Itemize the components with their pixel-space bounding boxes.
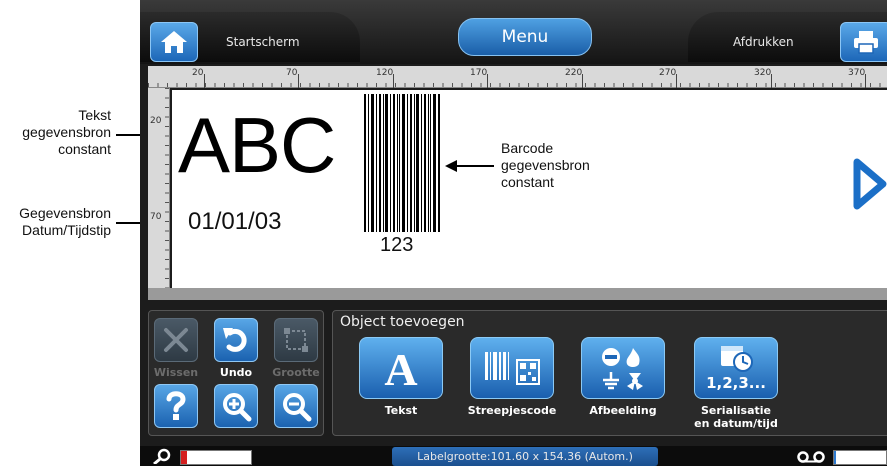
canvas-scrollbar[interactable] [148,288,887,300]
print-label[interactable]: Afdrukken [733,35,794,49]
ruler-tick: 170 [470,68,488,78]
ruler-tick: 270 [659,68,677,78]
delete-label: Wissen [153,366,199,379]
add-image-button[interactable] [581,337,665,399]
callout-line: gegevensbron [22,124,111,140]
callout-line: constant [501,174,554,190]
hazard-symbols-icon [602,348,643,390]
ribbon-meter-fill [181,451,187,464]
add-image-label: Afbeelding [589,404,657,417]
home-label[interactable]: Startscherm [226,35,300,49]
zoom-out-icon [283,393,312,422]
ruler-tick: 70 [150,212,162,222]
undo-label: Undo [219,366,253,379]
zoom-in-button[interactable] [214,384,258,428]
ruler-tick: 370 [848,68,866,78]
callout-barcode-source: Barcode gegevensbron constant [501,140,621,191]
add-text-label: Tekst [384,404,418,417]
printer-icon [854,31,878,54]
add-serialization-label: Serialisatie en datum/tijd [681,404,791,430]
size-button[interactable] [274,318,318,362]
zoom-in-icon [223,393,252,422]
tape-icon [797,451,825,463]
callout-text-source: Tekst gegevensbron constant [1,107,111,158]
delete-button[interactable] [154,318,198,362]
add-object-title: Object toevoegen [340,314,465,330]
home-icon [161,31,187,53]
help-button[interactable] [154,384,198,428]
ruler-tick: 20 [192,68,204,78]
ruler-tick: 70 [286,68,298,78]
callout-line: constant [58,141,111,157]
resize-icon [284,328,308,352]
calendar-clock-icon: 1,2,3... [706,346,766,392]
callout-date-source: Gegevensbron Datum/Tijdstip [0,205,111,239]
add-serialization-button[interactable]: 1,2,3... [694,337,778,399]
question-icon [166,391,186,420]
barcode-icon [485,352,540,385]
add-barcode-button[interactable] [470,337,554,399]
label-text-object[interactable]: ABC [178,100,336,190]
label-size-status[interactable]: Labelgrootte:101.60 x 154.36 (Autom.) [392,447,658,466]
home-button[interactable] [150,22,198,62]
vertical-ruler: 20 70 [148,88,170,300]
magnifier-icon [153,448,171,464]
horizontal-ruler: 20 70 120 170 220 270 320 370 [148,66,887,88]
menu-button[interactable]: Menu [458,18,592,56]
add-serialization-label-line: en datum/tijd [694,417,778,430]
ruler-tick: 20 [150,116,162,126]
add-barcode-label: Streepjescode [467,404,557,417]
ribbon-meter [180,450,252,465]
close-icon [164,328,188,352]
print-button[interactable] [840,22,887,62]
ruler-tick: 120 [376,68,394,78]
callout-line: Datum/Tijdstip [22,222,111,238]
label-date-object[interactable]: 01/01/03 [188,208,281,236]
callout-arrow [455,165,494,167]
ruler-tick: 320 [754,68,772,78]
text-a-icon: A [384,345,417,391]
size-label: Grootte [272,366,320,379]
add-text-button[interactable]: A [359,337,443,399]
callout-line: gegevensbron [501,157,590,173]
barcode-object[interactable] [364,94,440,232]
callout-line: Tekst [78,107,111,123]
callout-line: Gegevensbron [19,205,111,221]
svg-text:A: A [384,345,417,391]
barcode-number: 123 [380,234,414,256]
ruler-tick: 220 [565,68,583,78]
serial-numbers-glyph: 1,2,3... [706,374,766,392]
zoom-out-button[interactable] [274,384,318,428]
undo-button[interactable] [214,318,258,362]
top-bar: Startscherm Menu Afdrukken [140,0,887,64]
undo-icon [223,328,247,352]
callout-line: Barcode [501,140,554,156]
tape-meter [833,450,887,465]
tape-meter-fill [834,451,837,464]
add-serialization-label-line: Serialisatie [700,404,771,417]
next-arrow-icon[interactable] [853,158,887,210]
